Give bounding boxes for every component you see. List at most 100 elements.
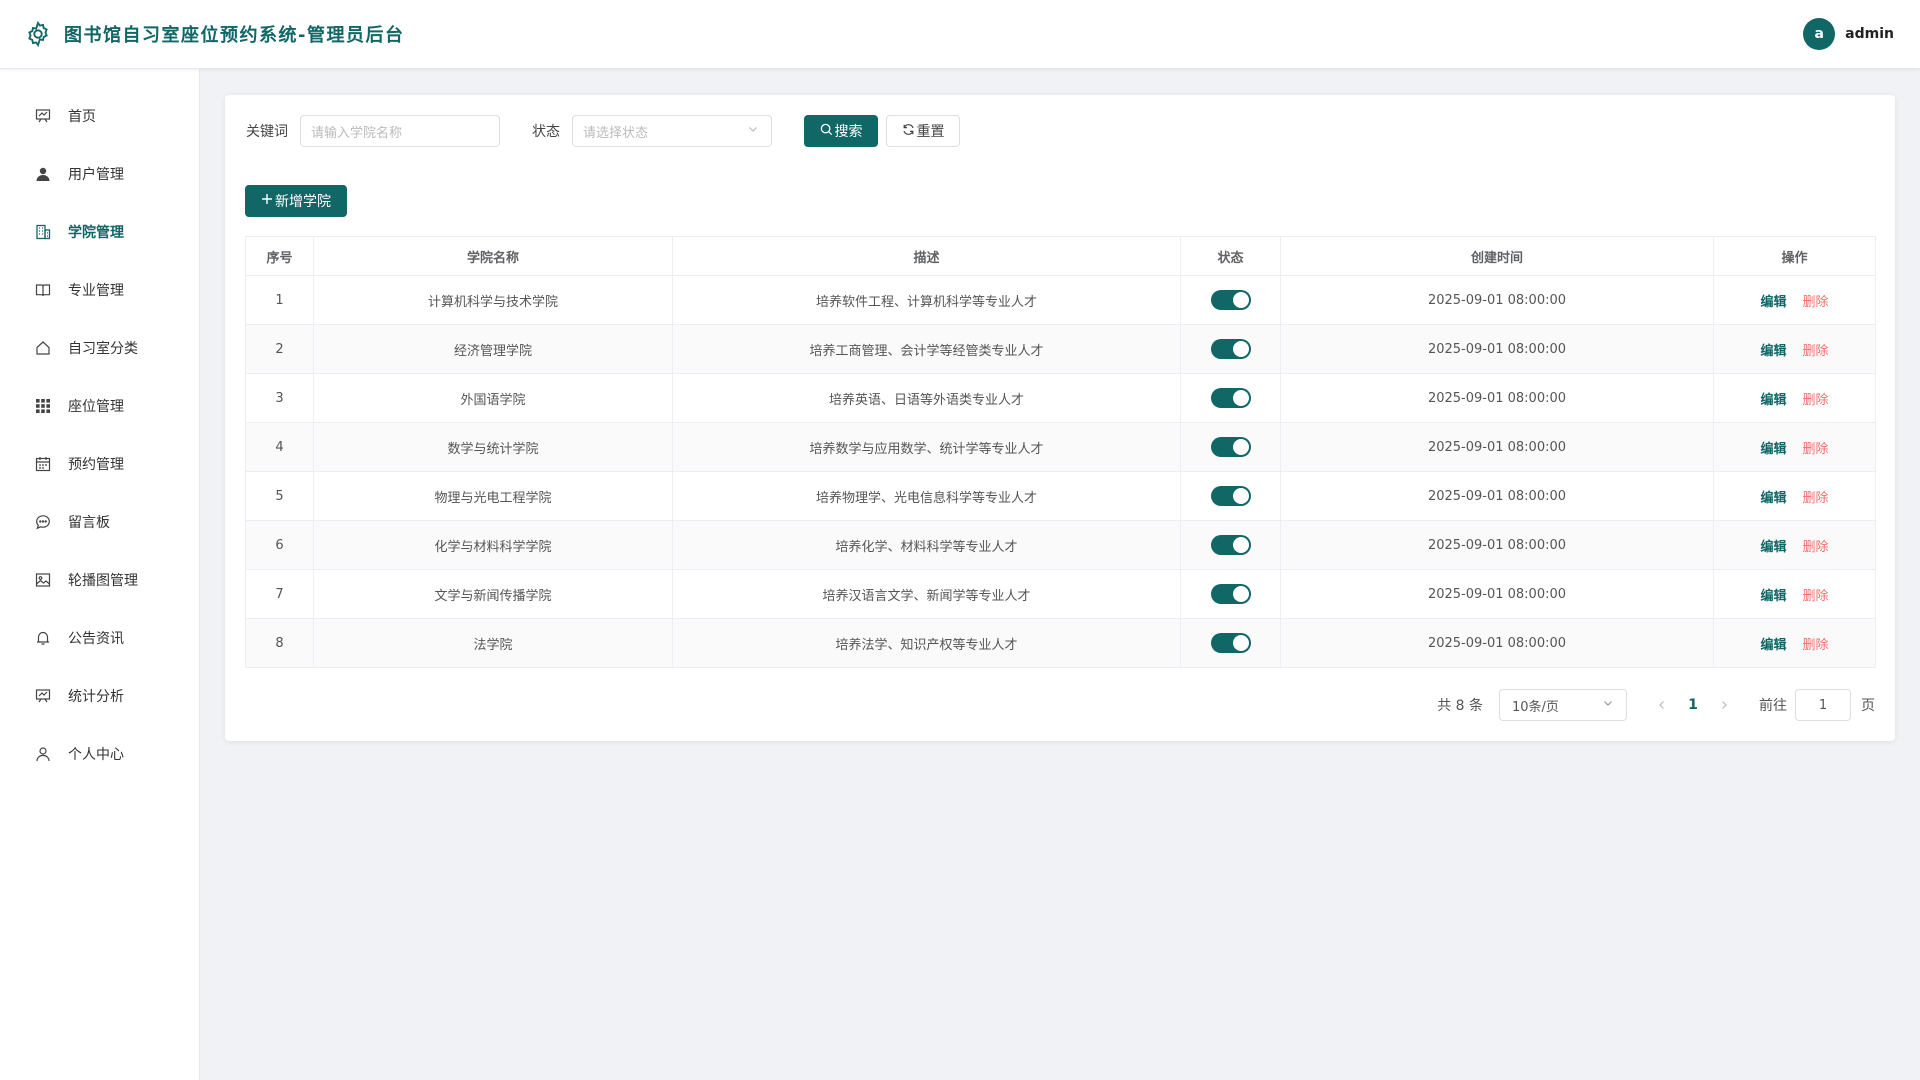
sidebar-item-label: 自习室分类 bbox=[68, 341, 138, 357]
sidebar-item-label: 座位管理 bbox=[68, 399, 124, 415]
sidebar-item-statistics[interactable]: 统计分析 bbox=[0, 667, 199, 725]
delete-link[interactable]: 删除 bbox=[1803, 589, 1829, 604]
row-index: 3 bbox=[245, 373, 314, 423]
sidebar-item-majors[interactable]: 专业管理 bbox=[0, 261, 199, 319]
status-toggle[interactable] bbox=[1210, 633, 1251, 653]
row-index: 2 bbox=[245, 324, 314, 374]
table-row: 6 化学与材料科学学院 培养化学、材料科学等专业人才 2025-09-01 08… bbox=[245, 520, 1876, 570]
sidebar-item-announcements[interactable]: 公告资讯 bbox=[0, 609, 199, 667]
next-page-button[interactable] bbox=[1709, 700, 1739, 710]
top-bar: 图书馆自习室座位预约系统-管理员后台 a admin bbox=[0, 0, 1920, 69]
sidebar-item-label: 个人中心 bbox=[68, 747, 124, 763]
row-desc: 培养化学、材料科学等专业人才 bbox=[672, 520, 1181, 570]
delete-link[interactable]: 删除 bbox=[1803, 393, 1829, 408]
row-created: 2025-09-01 08:00:00 bbox=[1280, 324, 1714, 374]
status-toggle[interactable] bbox=[1210, 388, 1251, 408]
edit-link[interactable]: 编辑 bbox=[1760, 540, 1786, 555]
delete-link[interactable]: 删除 bbox=[1803, 344, 1829, 359]
brand: 图书馆自习室座位预约系统-管理员后台 bbox=[24, 20, 404, 48]
goto-page-value: 1 bbox=[1818, 697, 1828, 713]
edit-link[interactable]: 编辑 bbox=[1760, 393, 1786, 408]
sidebar-item-label: 预约管理 bbox=[68, 457, 124, 473]
chart-icon bbox=[34, 687, 52, 705]
sidebar-item-carousel[interactable]: 轮播图管理 bbox=[0, 551, 199, 609]
grid-icon bbox=[34, 397, 52, 415]
table-row: 2 经济管理学院 培养工商管理、会计学等经管类专业人才 2025-09-01 0… bbox=[245, 324, 1876, 374]
row-index: 6 bbox=[245, 520, 314, 570]
row-created: 2025-09-01 08:00:00 bbox=[1280, 275, 1714, 325]
col-created: 创建时间 bbox=[1280, 236, 1714, 276]
edit-link[interactable]: 编辑 bbox=[1760, 589, 1786, 604]
keyword-placeholder: 请输入学院名称 bbox=[311, 125, 403, 141]
sidebar-item-users[interactable]: 用户管理 bbox=[0, 145, 199, 203]
edit-link[interactable]: 编辑 bbox=[1760, 638, 1786, 653]
status-toggle[interactable] bbox=[1210, 437, 1251, 457]
table-row: 5 物理与光电工程学院 培养物理学、光电信息科学等专业人才 2025-09-01… bbox=[245, 471, 1876, 521]
sidebar-item-label: 用户管理 bbox=[68, 167, 124, 183]
table-row: 4 数学与统计学院 培养数学与应用数学、统计学等专业人才 2025-09-01 … bbox=[245, 422, 1876, 472]
row-desc: 培养法学、知识产权等专业人才 bbox=[672, 618, 1181, 668]
sidebar-item-message-board[interactable]: 留言板 bbox=[0, 493, 199, 551]
add-college-button[interactable]: 新增学院 bbox=[245, 185, 347, 217]
row-created: 2025-09-01 08:00:00 bbox=[1280, 520, 1714, 570]
sidebar-item-profile[interactable]: 个人中心 bbox=[0, 725, 199, 783]
delete-link[interactable]: 删除 bbox=[1803, 295, 1829, 310]
status-toggle[interactable] bbox=[1210, 486, 1251, 506]
prev-page-button[interactable] bbox=[1647, 700, 1677, 710]
row-created: 2025-09-01 08:00:00 bbox=[1280, 373, 1714, 423]
sidebar-item-room-categories[interactable]: 自习室分类 bbox=[0, 319, 199, 377]
delete-link[interactable]: 删除 bbox=[1803, 638, 1829, 653]
chat-icon bbox=[34, 513, 52, 531]
page-size-select[interactable]: 10条/页 bbox=[1499, 689, 1627, 721]
delete-link[interactable]: 删除 bbox=[1803, 442, 1829, 457]
row-desc: 培养数学与应用数学、统计学等专业人才 bbox=[672, 422, 1181, 472]
row-desc: 培养软件工程、计算机科学等专业人才 bbox=[672, 275, 1181, 325]
search-button-label: 搜索 bbox=[834, 124, 863, 140]
goto-page-input[interactable]: 1 bbox=[1795, 689, 1851, 721]
sidebar-item-label: 留言板 bbox=[68, 515, 110, 531]
edit-link[interactable]: 编辑 bbox=[1760, 442, 1786, 457]
row-index: 1 bbox=[245, 275, 314, 325]
delete-link[interactable]: 删除 bbox=[1803, 540, 1829, 555]
sidebar-item-colleges[interactable]: 学院管理 bbox=[0, 203, 199, 261]
sidebar-item-label: 学院管理 bbox=[68, 225, 124, 241]
chevron-down-icon bbox=[1602, 697, 1614, 713]
table-header: 序号 学院名称 描述 状态 创建时间 操作 bbox=[245, 236, 1876, 276]
sidebar-item-home[interactable]: 首页 bbox=[0, 87, 199, 145]
page-suffix: 页 bbox=[1861, 698, 1875, 714]
user-menu[interactable]: a admin bbox=[1803, 18, 1894, 50]
sidebar-item-reservations[interactable]: 预约管理 bbox=[0, 435, 199, 493]
row-created: 2025-09-01 08:00:00 bbox=[1280, 618, 1714, 668]
avatar[interactable]: a bbox=[1803, 18, 1836, 50]
username[interactable]: admin bbox=[1845, 26, 1894, 42]
edit-link[interactable]: 编辑 bbox=[1760, 295, 1786, 310]
row-name: 数学与统计学院 bbox=[313, 422, 673, 472]
sidebar-item-seats[interactable]: 座位管理 bbox=[0, 377, 199, 435]
page-number-current[interactable]: 1 bbox=[1677, 697, 1709, 713]
row-created: 2025-09-01 08:00:00 bbox=[1280, 471, 1714, 521]
reset-button[interactable]: 重置 bbox=[886, 115, 960, 147]
keyword-input[interactable]: 请输入学院名称 bbox=[300, 115, 500, 147]
building-icon bbox=[34, 223, 52, 241]
row-index: 5 bbox=[245, 471, 314, 521]
sidebar-item-label: 统计分析 bbox=[68, 689, 124, 705]
table-row: 3 外国语学院 培养英语、日语等外语类专业人才 2025-09-01 08:00… bbox=[245, 373, 1876, 423]
status-toggle[interactable] bbox=[1210, 535, 1251, 555]
row-index: 4 bbox=[245, 422, 314, 472]
book-icon bbox=[34, 281, 52, 299]
status-label: 状态 bbox=[532, 124, 560, 140]
status-toggle[interactable] bbox=[1210, 339, 1251, 359]
bell-icon bbox=[34, 629, 52, 647]
sidebar-item-label: 轮播图管理 bbox=[68, 573, 138, 589]
delete-link[interactable]: 删除 bbox=[1803, 491, 1829, 506]
edit-link[interactable]: 编辑 bbox=[1760, 491, 1786, 506]
status-toggle[interactable] bbox=[1210, 290, 1251, 310]
status-select[interactable]: 请选择状态 bbox=[572, 115, 772, 147]
search-button[interactable]: 搜索 bbox=[804, 115, 878, 147]
row-desc: 培养工商管理、会计学等经管类专业人才 bbox=[672, 324, 1181, 374]
gear-icon bbox=[24, 20, 52, 48]
house-icon bbox=[34, 339, 52, 357]
status-toggle[interactable] bbox=[1210, 584, 1251, 604]
college-table: 序号 学院名称 描述 状态 创建时间 操作 1 计算机科学与技术学院 培养软件工… bbox=[245, 236, 1876, 668]
edit-link[interactable]: 编辑 bbox=[1760, 344, 1786, 359]
